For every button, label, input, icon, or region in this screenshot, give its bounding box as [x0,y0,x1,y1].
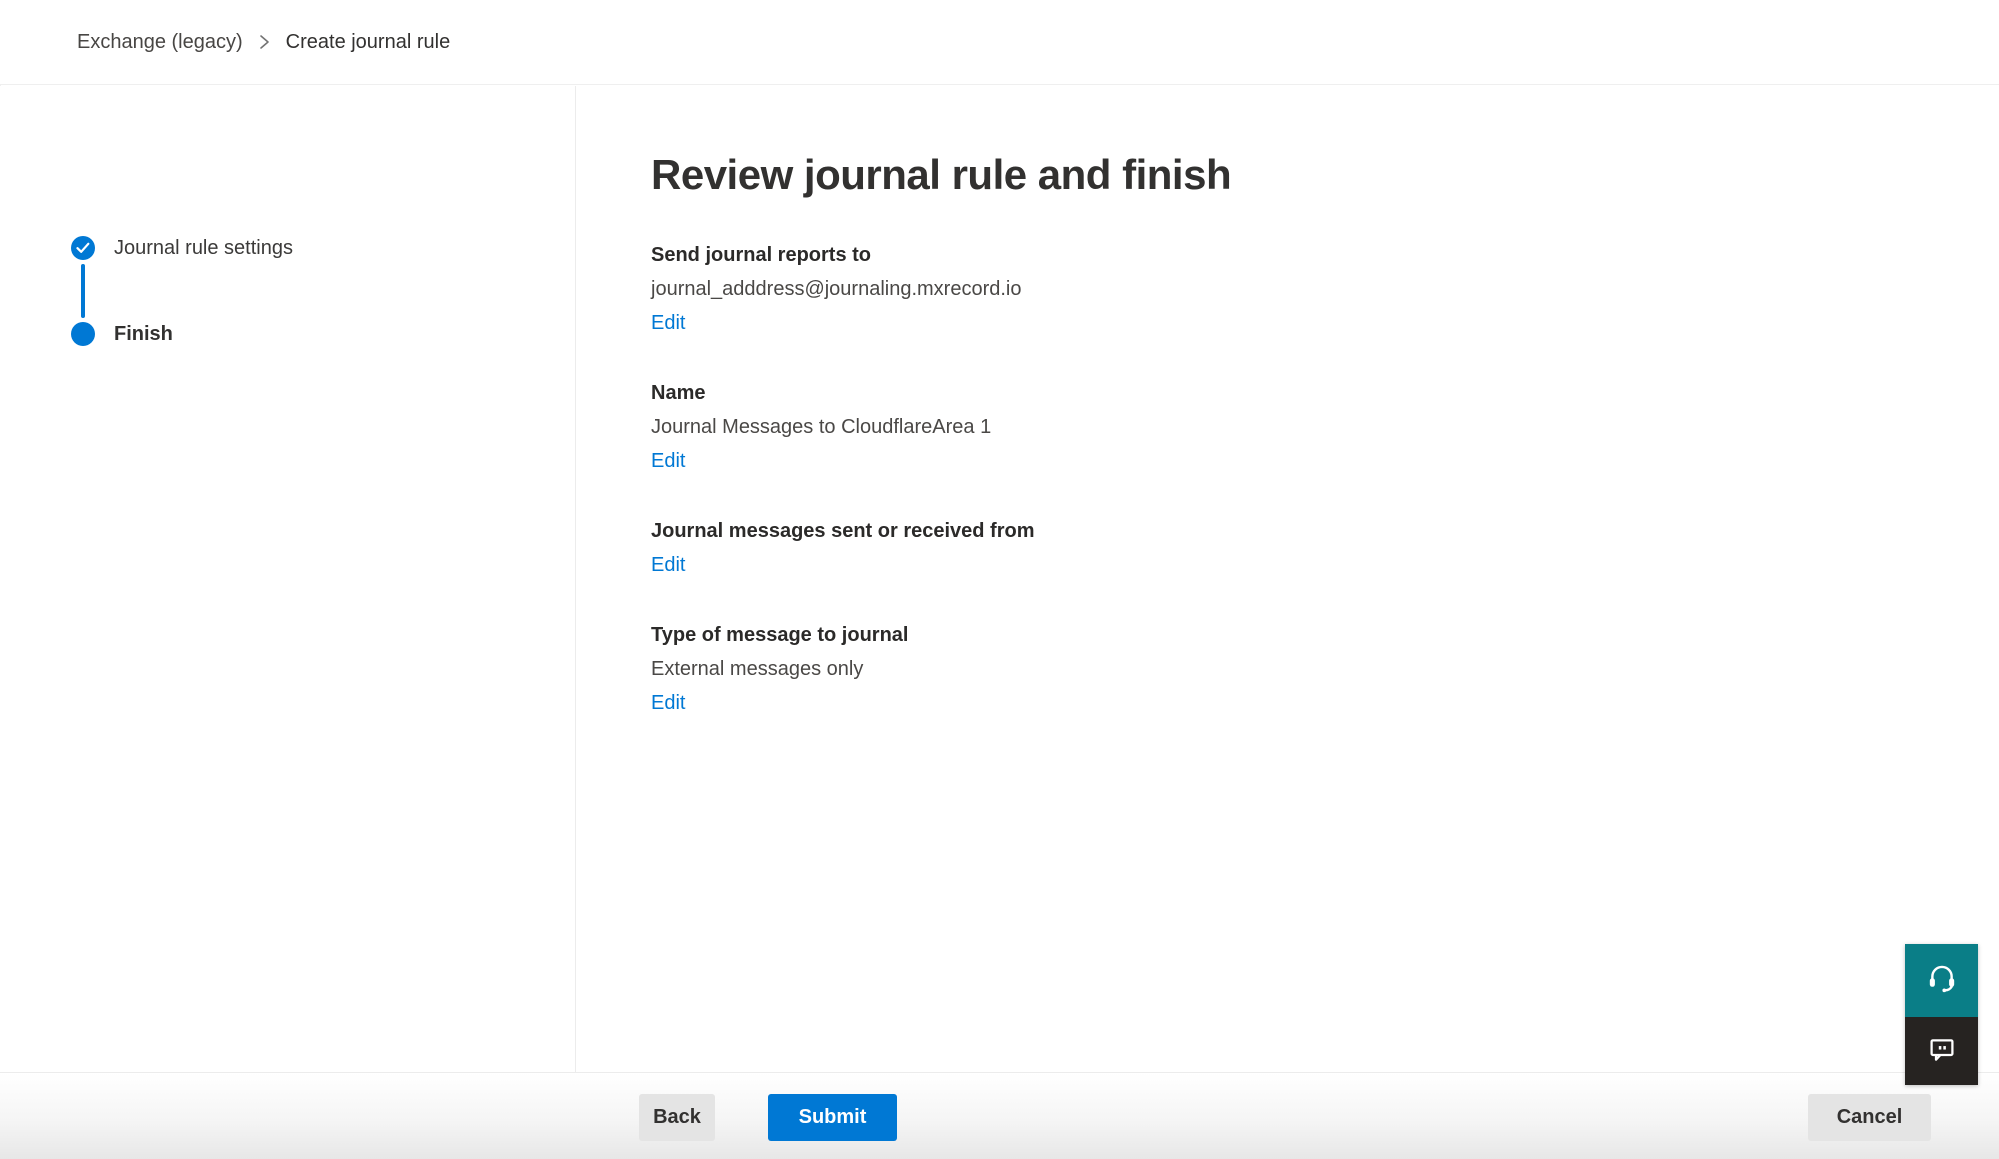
floating-helper-buttons [1905,944,1978,1085]
breadcrumb-current-page: Create journal rule [286,31,451,54]
submit-button[interactable]: Submit [768,1094,897,1141]
chevron-right-icon [259,34,270,50]
wizard-steps-panel: Journal rule settings Finish [0,86,576,1072]
step-connector-line [81,264,85,318]
back-button[interactable]: Back [639,1094,715,1141]
edit-message-type-link[interactable]: Edit [651,686,685,720]
cancel-button[interactable]: Cancel [1808,1094,1931,1141]
edit-journal-messages-scope-link[interactable]: Edit [651,548,685,582]
section-value: journal_adddress@journaling.mxrecord.io [651,272,1879,306]
breadcrumb-bar: Exchange (legacy) Create journal rule [0,0,1999,85]
wizard-step-journal-rule-settings[interactable]: Journal rule settings [71,236,293,260]
headset-icon [1925,961,1959,1000]
footer-action-bar: Back Submit Cancel [0,1072,1999,1159]
edit-name-link[interactable]: Edit [651,444,685,478]
edit-send-journal-reports-link[interactable]: Edit [651,306,685,340]
section-label: Journal messages sent or received from [651,514,1879,548]
review-section-journal-messages-scope: Journal messages sent or received from E… [651,514,1879,582]
review-section-send-journal-reports: Send journal reports to journal_adddress… [651,238,1879,340]
section-value: External messages only [651,652,1879,686]
breadcrumb-link-exchange-legacy[interactable]: Exchange (legacy) [77,31,243,54]
section-label: Type of message to journal [651,618,1879,652]
step-current-dot-icon [71,322,95,346]
review-content: Review journal rule and finish Send jour… [651,148,1879,756]
wizard-step-label: Finish [114,322,173,346]
chat-icon [1926,1033,1958,1070]
feedback-button[interactable] [1905,1017,1978,1085]
review-section-message-type: Type of message to journal External mess… [651,618,1879,720]
step-completed-check-icon [71,236,95,260]
support-button[interactable] [1905,944,1978,1017]
wizard-step-finish[interactable]: Finish [71,322,293,346]
section-label: Send journal reports to [651,238,1879,272]
page-title: Review journal rule and finish [651,148,1879,202]
wizard-step-label: Journal rule settings [114,236,293,260]
wizard-steps: Journal rule settings Finish [71,236,293,346]
exchange-admin-create-journal-rule-page: Exchange (legacy) Create journal rule Jo… [0,0,1999,1159]
breadcrumb: Exchange (legacy) Create journal rule [77,31,450,54]
section-label: Name [651,376,1879,410]
review-section-name: Name Journal Messages to CloudflareArea … [651,376,1879,478]
section-value: Journal Messages to CloudflareArea 1 [651,410,1879,444]
